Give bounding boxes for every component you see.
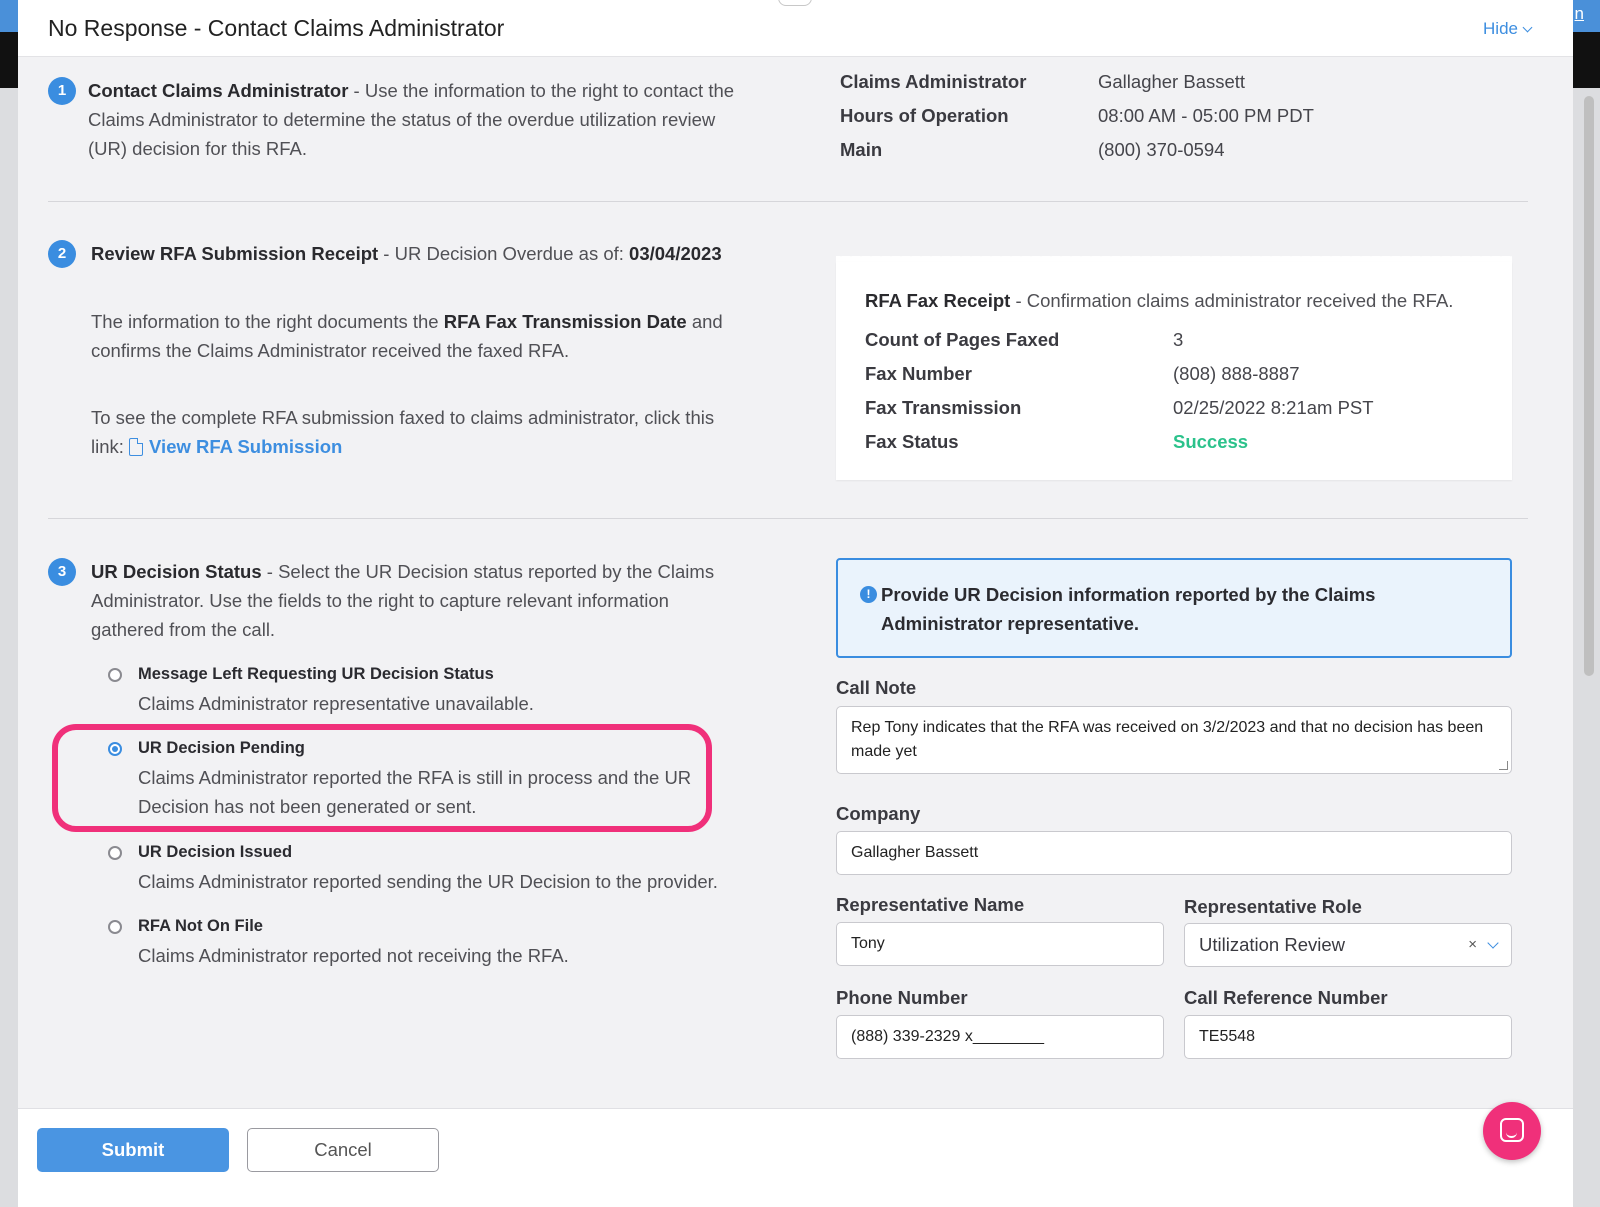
- fax-status-badge: Success: [1173, 431, 1249, 452]
- receipt-heading: RFA Fax Receipt - Confirmation claims ad…: [865, 290, 1453, 312]
- background-pane-left: [0, 88, 18, 1207]
- rep-name-value: Tony: [851, 935, 885, 952]
- modal-title: No Response - Contact Claims Administrat…: [48, 15, 505, 41]
- phone-value: (888) 339-2329 x________: [851, 1028, 1045, 1045]
- resize-grip-icon[interactable]: [1499, 761, 1508, 770]
- receipt-value: (808) 888-8887: [1173, 363, 1300, 384]
- radio-button[interactable]: [108, 846, 122, 860]
- rfa-fax-receipt-card: RFA Fax Receipt - Confirmation claims ad…: [836, 262, 1512, 480]
- cancel-button[interactable]: Cancel: [247, 1128, 439, 1172]
- modal-header: No Response - Contact Claims Administrat…: [18, 0, 1573, 57]
- radio-description: Claims Administrator representative unav…: [138, 693, 534, 714]
- radio-description: Claims Administrator reported sending th…: [138, 871, 718, 892]
- phone-label: Phone Number: [836, 987, 968, 1008]
- para-text: The information to the right documents t…: [91, 311, 444, 332]
- section-divider: [48, 201, 1528, 202]
- step-1-badge: 1: [48, 77, 76, 105]
- info-notice: ! Provide UR Decision information report…: [836, 558, 1512, 658]
- view-rfa-submission-link[interactable]: View RFA Submission: [129, 436, 342, 457]
- rep-role-label: Representative Role: [1184, 896, 1362, 917]
- clear-icon[interactable]: ×: [1468, 924, 1477, 966]
- receipt-key: Fax Number: [865, 363, 972, 384]
- receipt-value: 02/25/2022 8:21am PST: [1173, 397, 1374, 418]
- drag-handle[interactable]: [778, 0, 812, 6]
- call-note-label: Call Note: [836, 677, 917, 698]
- company-input[interactable]: Gallagher Bassett: [836, 831, 1512, 875]
- call-ref-input[interactable]: TE5548: [1184, 1015, 1512, 1059]
- info-value: 08:00 AM - 05:00 PM PDT: [1098, 105, 1314, 126]
- step-2-paragraph-2: To see the complete RFA submission faxed…: [91, 403, 731, 461]
- info-key: Claims Administrator: [840, 71, 1027, 92]
- radio-button[interactable]: [108, 668, 122, 682]
- hide-label: Hide: [1483, 19, 1518, 38]
- step-3-badge: 3: [48, 558, 76, 586]
- call-ref-value: TE5548: [1199, 1028, 1256, 1045]
- app-dark-strip-left: [0, 32, 20, 88]
- call-note-value: Rep Tony indicates that the RFA was rece…: [851, 719, 1484, 760]
- receipt-title: RFA Fax Receipt: [865, 290, 1011, 311]
- receipt-key: Fax Transmission: [865, 397, 1022, 418]
- chat-icon: [1500, 1118, 1524, 1142]
- rep-name-input[interactable]: Tony: [836, 922, 1164, 966]
- receipt-subtitle: - Confirmation claims administrator rece…: [1010, 290, 1454, 311]
- radio-button-checked[interactable]: [108, 742, 122, 756]
- rep-role-select[interactable]: Utilization Review ×: [1184, 923, 1512, 967]
- step-2-badge: 2: [48, 240, 76, 268]
- link-label: View RFA Submission: [149, 436, 343, 457]
- para-bold: RFA Fax Transmission Date: [443, 311, 687, 332]
- radio-description: Claims Administrator reported the RFA is…: [138, 767, 692, 817]
- modal-footer: Submit Cancel: [18, 1108, 1573, 1207]
- header-link[interactable]: n: [1575, 4, 1584, 24]
- company-label: Company: [836, 803, 921, 824]
- page-scrollbar[interactable]: [1584, 96, 1594, 676]
- radio-title: Message Left Requesting UR Decision Stat…: [138, 665, 494, 683]
- step-2-heading: Review RFA Submission Receipt - UR Decis…: [91, 239, 791, 268]
- receipt-key: Fax Status: [865, 431, 959, 452]
- info-icon: !: [860, 586, 877, 603]
- info-value: Gallagher Bassett: [1098, 71, 1246, 92]
- notice-text: Provide UR Decision information reported…: [881, 584, 1376, 634]
- radio-title: UR Decision Pending: [138, 739, 305, 757]
- radio-title: RFA Not On File: [138, 917, 263, 935]
- radio-description: Claims Administrator reported not receiv…: [138, 945, 569, 966]
- info-key: Hours of Operation: [840, 105, 1009, 126]
- radio-title: UR Decision Issued: [138, 843, 293, 861]
- step-2-title: Review RFA Submission Receipt: [91, 243, 379, 264]
- rep-role-value: Utilization Review: [1199, 934, 1345, 955]
- hide-toggle[interactable]: Hide: [1483, 19, 1533, 39]
- contact-claims-modal: No Response - Contact Claims Administrat…: [18, 0, 1573, 1207]
- section-divider: [48, 518, 1528, 519]
- step-3-description: UR Decision Status - Select the UR Decis…: [91, 557, 741, 644]
- step-2-paragraph-1: The information to the right documents t…: [91, 307, 731, 365]
- step-1-description: Contact Claims Administrator - Use the i…: [88, 76, 738, 163]
- overdue-prefix: - UR Decision Overdue as of:: [378, 243, 630, 264]
- call-note-textarea[interactable]: Rep Tony indicates that the RFA was rece…: [836, 706, 1512, 774]
- chevron-down-icon: [1522, 22, 1533, 33]
- phone-input[interactable]: (888) 339-2329 x________: [836, 1015, 1164, 1059]
- info-value: (800) 370-0594: [1098, 139, 1225, 160]
- overdue-date: 03/04/2023: [629, 243, 722, 264]
- step-3-title: UR Decision Status: [91, 561, 262, 582]
- submit-button[interactable]: Submit: [37, 1128, 229, 1172]
- receipt-value: 3: [1173, 329, 1184, 350]
- chevron-down-icon[interactable]: [1487, 937, 1499, 949]
- chat-launcher-button[interactable]: [1483, 1102, 1541, 1160]
- receipt-key: Count of Pages Faxed: [865, 329, 1060, 350]
- company-value: Gallagher Bassett: [851, 844, 979, 861]
- info-key: Main: [840, 139, 883, 160]
- pdf-file-icon: [129, 438, 144, 456]
- step-1-title: Contact Claims Administrator: [88, 80, 349, 101]
- radio-button[interactable]: [108, 920, 122, 934]
- rep-name-label: Representative Name: [836, 894, 1025, 915]
- call-ref-label: Call Reference Number: [1184, 987, 1388, 1008]
